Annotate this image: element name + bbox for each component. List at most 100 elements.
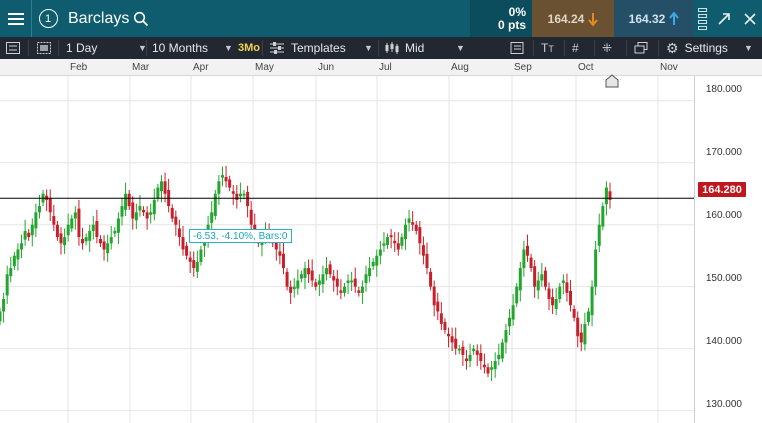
candle-body bbox=[314, 282, 318, 287]
candle-body bbox=[106, 243, 110, 254]
candle-body bbox=[339, 290, 343, 293]
interval-dropdown-icon[interactable]: ▼ bbox=[132, 37, 147, 59]
search-button[interactable] bbox=[130, 0, 152, 37]
candle-body bbox=[192, 260, 196, 269]
candle-body bbox=[98, 238, 102, 244]
candle-body bbox=[170, 207, 174, 219]
price-tick: 150.000 bbox=[705, 273, 742, 284]
candle-body bbox=[400, 237, 404, 246]
close-button[interactable] bbox=[737, 0, 762, 37]
candle-body bbox=[543, 270, 547, 287]
candle-body bbox=[504, 330, 508, 343]
candle-body bbox=[310, 270, 314, 281]
candle-body bbox=[421, 245, 425, 256]
candlestick-chart[interactable] bbox=[0, 76, 694, 423]
sell-price-button[interactable]: 164.24 bbox=[532, 0, 614, 37]
candle-body bbox=[188, 257, 192, 262]
candle-body bbox=[127, 193, 131, 207]
sell-price: 164.24 bbox=[547, 11, 585, 26]
candle-body bbox=[342, 286, 346, 293]
candle-body bbox=[407, 218, 411, 223]
candle-body bbox=[493, 361, 497, 370]
grid-layout-icon bbox=[37, 42, 51, 54]
candle-body bbox=[551, 297, 555, 306]
indicator-button[interactable] bbox=[510, 37, 524, 59]
month-label: Oct bbox=[578, 62, 594, 73]
candle-body bbox=[454, 338, 458, 349]
candle-body bbox=[457, 348, 461, 351]
text-tool-button[interactable]: TT bbox=[541, 37, 554, 59]
candle-body bbox=[281, 253, 285, 269]
candle-body bbox=[411, 222, 415, 225]
candle-body bbox=[217, 181, 221, 194]
maximize-button[interactable] bbox=[712, 0, 736, 37]
grid-toggle-button[interactable]: # bbox=[572, 37, 579, 59]
candle-body bbox=[156, 187, 160, 199]
candle-body bbox=[583, 323, 587, 345]
change-percent: 0% bbox=[508, 4, 526, 19]
up-arrow-icon bbox=[669, 11, 680, 25]
candle-body bbox=[37, 206, 41, 213]
candle-body bbox=[325, 268, 329, 275]
candle-body bbox=[48, 198, 52, 213]
price-type-value: Mid bbox=[405, 41, 425, 55]
candle-body bbox=[461, 346, 465, 355]
candle-body bbox=[145, 212, 149, 219]
candle-body bbox=[9, 268, 13, 277]
range-select[interactable]: 10 Months bbox=[152, 37, 208, 59]
candle-body bbox=[177, 228, 181, 238]
layers-button[interactable] bbox=[634, 37, 648, 59]
candle-body bbox=[579, 332, 583, 343]
templates-button[interactable]: Templates bbox=[270, 37, 346, 59]
candle-body bbox=[0, 311, 2, 322]
grid-layout-button[interactable] bbox=[37, 37, 51, 59]
range-badge[interactable]: 3Mo bbox=[238, 37, 260, 59]
month-label: Nov bbox=[660, 62, 678, 73]
candle-body bbox=[497, 354, 501, 360]
candle-body bbox=[70, 218, 74, 229]
candle-body bbox=[525, 245, 529, 256]
chart-window: 1 Barclays 0% 0 pts 164.24 164.32 1 Day … bbox=[0, 0, 762, 423]
candle-body bbox=[299, 274, 303, 279]
menu-button[interactable] bbox=[0, 0, 32, 37]
candle-body bbox=[443, 321, 447, 331]
candle-body bbox=[152, 199, 156, 215]
buy-price-button[interactable]: 164.32 bbox=[614, 0, 694, 37]
instrument-number: 1 bbox=[38, 9, 58, 28]
candle-body bbox=[475, 350, 479, 355]
candle-body bbox=[429, 271, 433, 287]
candle-body bbox=[59, 233, 63, 244]
candle-body bbox=[561, 280, 565, 283]
layout-grip-icon[interactable] bbox=[694, 0, 710, 37]
price-type-dropdown-icon[interactable]: ▼ bbox=[450, 37, 465, 59]
drawing-tools-button[interactable]: ⁜ bbox=[602, 37, 612, 59]
templates-label: Templates bbox=[291, 41, 346, 55]
buy-price: 164.32 bbox=[628, 11, 666, 26]
interval-select[interactable]: 1 Day bbox=[66, 37, 97, 59]
instrument-number-badge[interactable]: 1 bbox=[33, 0, 63, 37]
candle-body bbox=[565, 282, 569, 293]
candle-body bbox=[88, 230, 92, 241]
candle-body bbox=[558, 286, 562, 300]
candle-body bbox=[138, 206, 142, 211]
candle-body bbox=[246, 191, 250, 207]
templates-dropdown-icon[interactable]: ▼ bbox=[358, 37, 373, 59]
price-axis[interactable]: 180.000 170.000 160.000 150.000 140.000 … bbox=[694, 76, 762, 423]
candle-body bbox=[450, 336, 454, 343]
range-dropdown-icon[interactable]: ▼ bbox=[218, 37, 233, 59]
chart-list-button[interactable] bbox=[6, 37, 20, 59]
settings-dropdown-icon[interactable]: ▼ bbox=[738, 37, 753, 59]
candle-body bbox=[77, 208, 81, 238]
current-date-marker[interactable] bbox=[605, 74, 619, 88]
candle-body bbox=[91, 224, 95, 231]
candle-body bbox=[468, 354, 472, 362]
measure-tooltip: -6.53, -4.10%, Bars:0 bbox=[189, 229, 292, 243]
document-icon bbox=[510, 42, 524, 54]
candle-body bbox=[84, 237, 88, 242]
price-type-select[interactable]: Mid bbox=[385, 37, 424, 59]
candle-body bbox=[508, 317, 512, 327]
settings-button[interactable]: ⚙ Settings bbox=[666, 37, 728, 59]
candle-body bbox=[515, 286, 519, 304]
current-price-label: 164.280 bbox=[698, 182, 746, 197]
candle-body bbox=[242, 193, 246, 196]
